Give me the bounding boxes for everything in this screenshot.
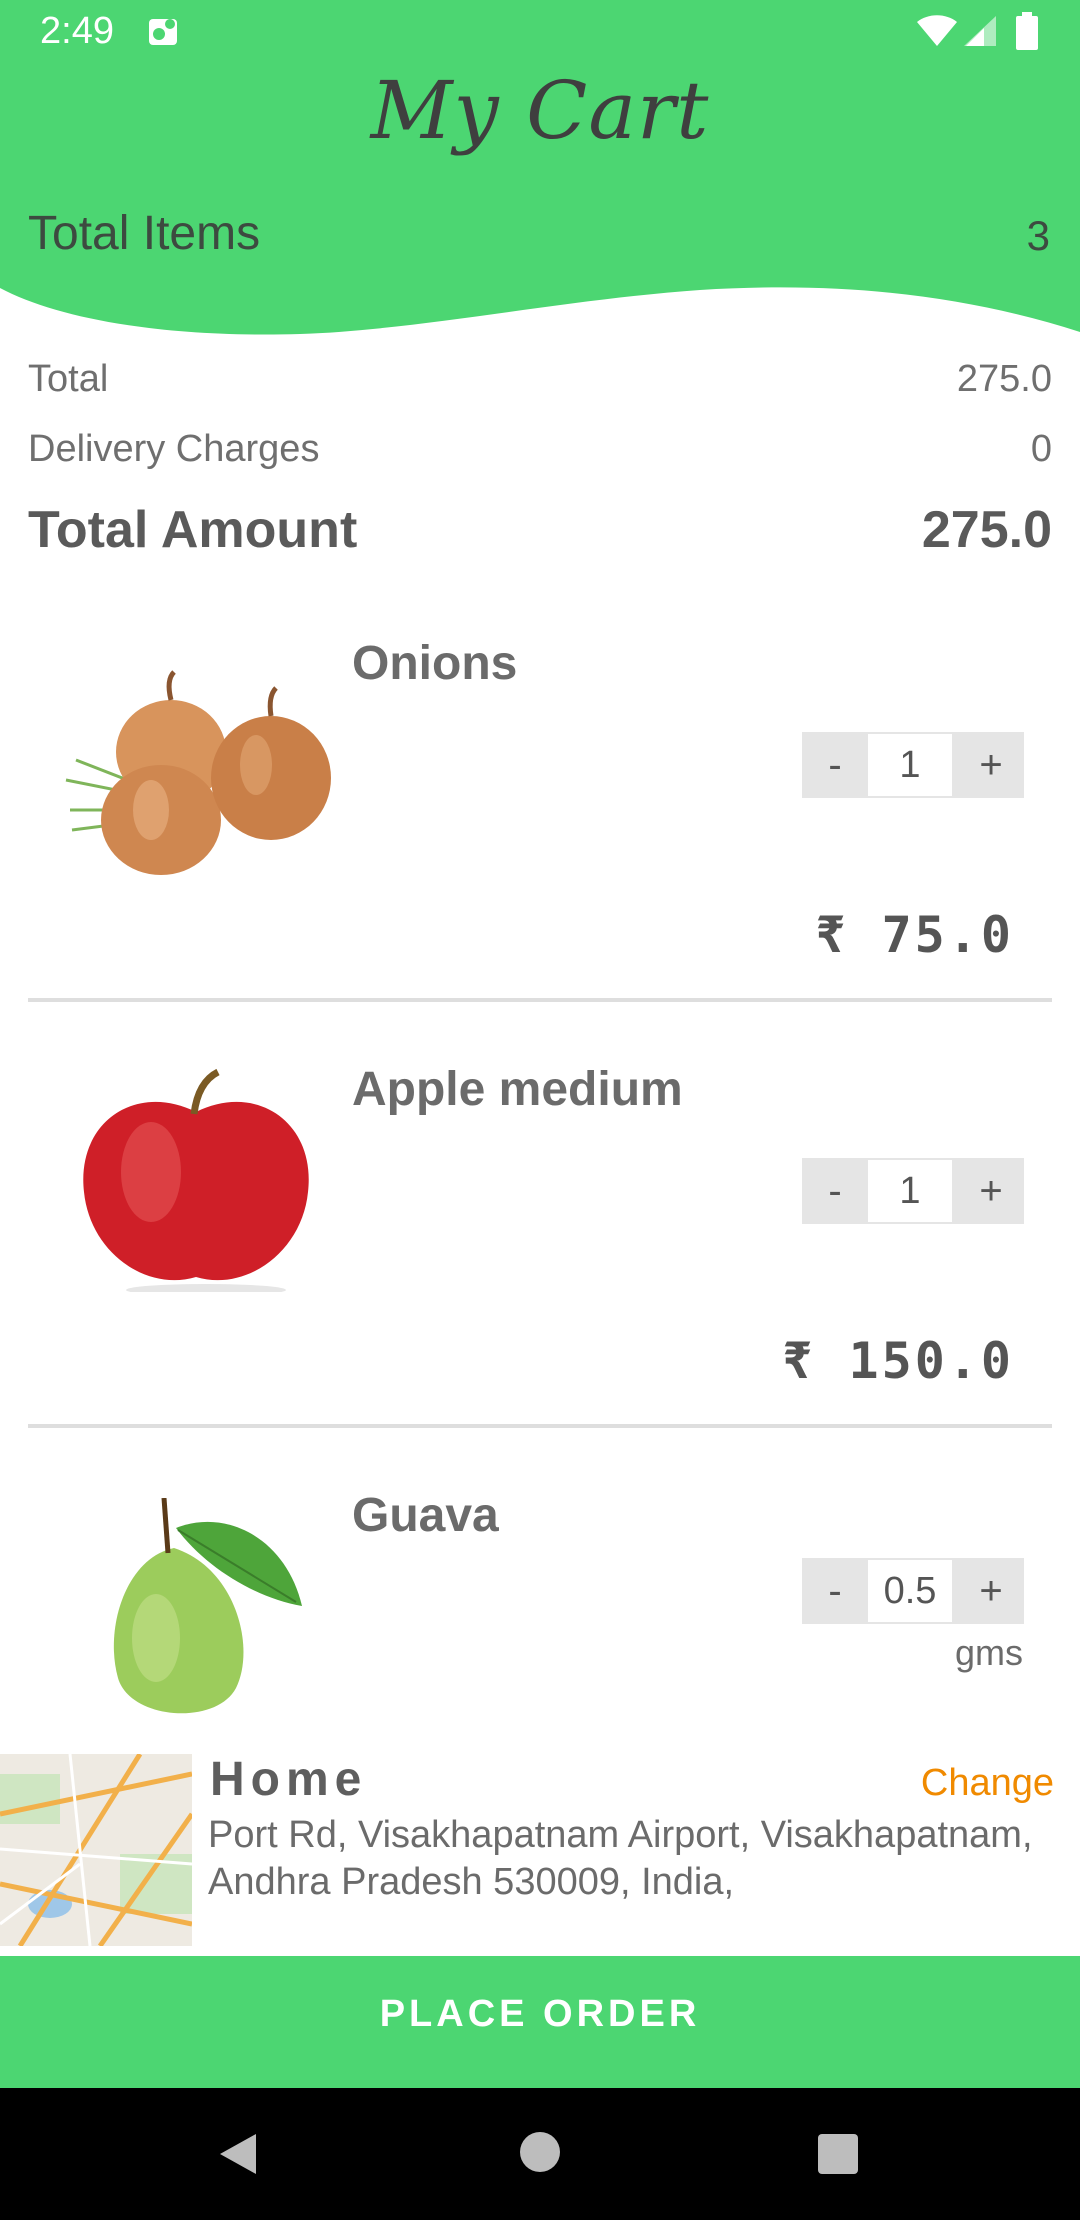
total-amount-value: 275.0	[921, 501, 1052, 559]
quantity-field[interactable]: 1	[868, 1160, 952, 1222]
item-price: ₹ 75.0	[815, 906, 1014, 964]
item-divider	[28, 1424, 1052, 1428]
cart-item-onions: Onions - 1 + ₹ 75.0	[0, 620, 1080, 1000]
delivery-label: Delivery Charges	[28, 428, 320, 470]
wifi-icon	[917, 15, 957, 46]
increase-button[interactable]: +	[958, 1558, 1024, 1624]
item-price: ₹ 150.0	[782, 1332, 1014, 1390]
total-items-label: Total Items	[28, 207, 261, 260]
status-time: 2:49	[40, 10, 114, 52]
cart-item-guava: Guava - 0.5 + gms	[0, 1472, 1080, 1752]
quantity-stepper: - 0.5 +	[802, 1558, 1024, 1624]
quantity-stepper: - 1 +	[802, 732, 1024, 798]
page-title: My Cart	[370, 64, 710, 157]
quantity-field[interactable]: 1	[868, 734, 952, 796]
place-order-button[interactable]: PLACE ORDER	[0, 1956, 1080, 2072]
delivery-address-card: Home Change Port Rd, Visakhapatnam Airpo…	[0, 1750, 1080, 1950]
battery-icon	[1016, 12, 1038, 50]
item-divider	[28, 998, 1052, 1002]
apple-image	[83, 1068, 309, 1292]
home-icon[interactable]	[520, 2132, 560, 2172]
address-title: Home	[210, 1753, 368, 1806]
summary-total-row: Total 275.0	[28, 358, 1052, 401]
system-navigation-bar	[0, 2088, 1080, 2220]
guava-image	[113, 1498, 302, 1714]
quantity-stepper: - 1 +	[802, 1158, 1024, 1224]
total-value: 275.0	[956, 358, 1052, 400]
button-shadow-strip	[0, 2072, 1080, 2088]
change-address-link[interactable]: Change	[921, 1762, 1054, 1805]
address-text: Port Rd, Visakhapatnam Airport, Visakhap…	[208, 1814, 1033, 1903]
quantity-unit: gms	[954, 1632, 1023, 1673]
status-bar: 2:49	[0, 0, 1080, 64]
summary-delivery-row: Delivery Charges 0	[28, 428, 1052, 471]
recent-apps-icon[interactable]	[818, 2134, 858, 2174]
cart-header: 2:49 My Cart Total Items 3	[0, 0, 1080, 340]
onion-image	[65, 670, 331, 875]
location-app-icon	[149, 19, 177, 45]
total-amount-label: Total Amount	[28, 501, 358, 559]
delivery-value: 0	[1030, 428, 1052, 470]
summary-amount-row: Total Amount 275.0	[28, 500, 1052, 560]
item-name: Guava	[352, 1489, 499, 1542]
signal-icon	[964, 16, 996, 46]
total-label: Total	[28, 358, 109, 400]
map-thumbnail[interactable]	[0, 1754, 192, 1946]
cart-item-apple: Apple medium - 1 + ₹ 150.0	[0, 1046, 1080, 1426]
increase-button[interactable]: +	[958, 732, 1024, 798]
decrease-button[interactable]: -	[802, 732, 868, 798]
increase-button[interactable]: +	[958, 1158, 1024, 1224]
back-icon[interactable]	[218, 2132, 258, 2176]
decrease-button[interactable]: -	[802, 1558, 868, 1624]
item-name: Onions	[352, 637, 518, 690]
item-name: Apple medium	[352, 1063, 683, 1116]
quantity-field[interactable]: 0.5	[868, 1560, 952, 1622]
total-items-count: 3	[1026, 212, 1050, 259]
decrease-button[interactable]: -	[802, 1158, 868, 1224]
